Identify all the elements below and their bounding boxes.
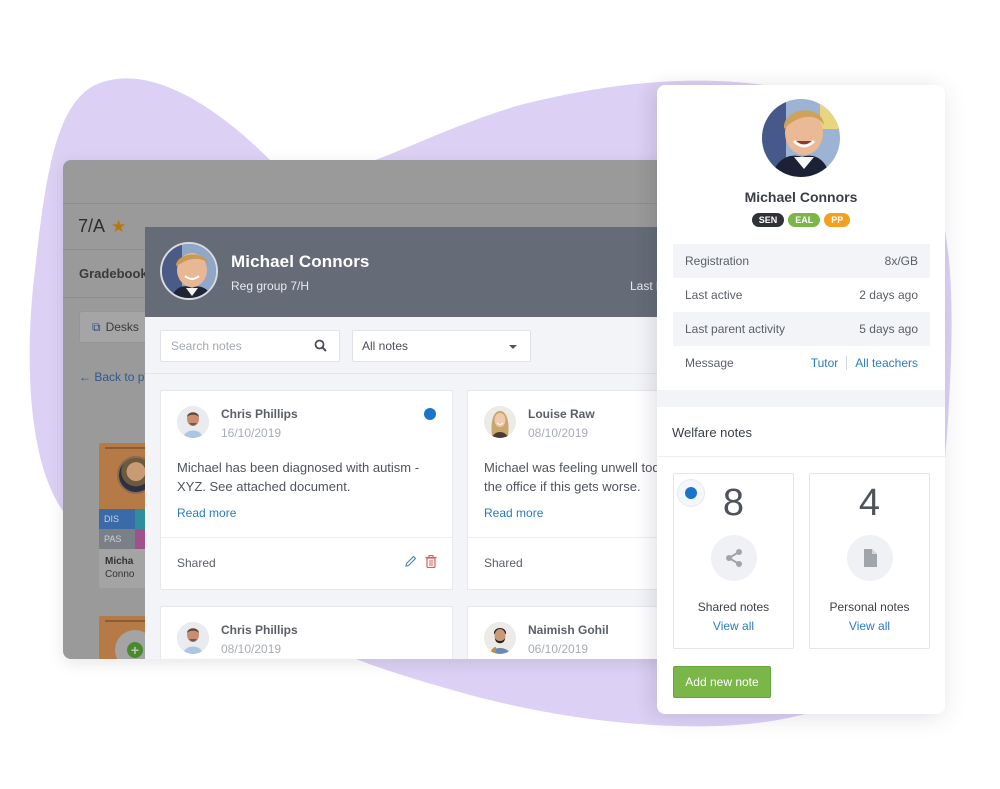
shared-notes-view-all-link[interactable]: View all [674, 619, 793, 633]
note-visibility: Shared [177, 556, 216, 570]
message-all-teachers-link[interactable]: All teachers [855, 356, 918, 370]
section-divider [657, 390, 945, 407]
tab-gradebook[interactable]: Gradebook [79, 266, 148, 281]
back-link[interactable]: ← Back to p [79, 370, 144, 384]
note-visibility: Shared [484, 556, 523, 570]
last-activity-label: Last l [630, 279, 657, 293]
notes-filter-select[interactable]: All notes [352, 330, 531, 362]
message-tutor-link[interactable]: Tutor [811, 356, 839, 370]
info-label: Registration [685, 254, 750, 268]
note-card[interactable]: Chris Phillips 16/10/2019 Michael has be… [160, 390, 453, 590]
profile-avatar [762, 99, 840, 177]
profile-badges: SEN EAL PP [657, 213, 945, 227]
divider [657, 456, 945, 457]
author-avatar [484, 622, 516, 654]
document-icon [864, 549, 877, 567]
note-author-name: Chris Phillips [221, 623, 298, 637]
author-avatar [484, 406, 516, 438]
badge-eal: EAL [788, 213, 821, 227]
search-notes-input[interactable]: Search notes [160, 330, 340, 362]
note-body: Michael was feeling unwell tod the offic… [484, 460, 657, 494]
note-footer: Shared [161, 537, 452, 589]
info-value: 2 days ago [859, 288, 918, 302]
student-profile-panel: Michael Connors SEN EAL PP Registration … [657, 85, 945, 714]
profile-info-table: Registration 8x/GB Last active 2 days ag… [673, 244, 930, 380]
note-card[interactable]: Chris Phillips 08/10/2019 [160, 606, 453, 659]
author-avatar [177, 622, 209, 654]
plus-icon: + [127, 642, 143, 658]
info-label: Last active [685, 288, 743, 302]
info-value: 5 days ago [859, 322, 918, 336]
star-icon[interactable]: ★ [111, 217, 126, 237]
info-label: Message [685, 356, 734, 370]
reg-group: Reg group 7/H [231, 279, 310, 293]
modal-header: Michael Connors Reg group 7/H Last l [145, 227, 657, 317]
trash-icon[interactable] [425, 555, 437, 568]
student-name: Michael Connors [231, 252, 370, 271]
info-value: 8x/GB [884, 254, 918, 268]
tag-dis: DIS [99, 509, 135, 529]
note-body: Michael has been diagnosed with autism -… [177, 460, 420, 494]
add-new-note-button[interactable]: Add new note [673, 666, 771, 698]
shared-notes-card[interactable]: 8 Shared notes View all [673, 473, 794, 649]
info-row-last-active: Last active 2 days ago [673, 278, 930, 312]
class-title: 7/A [78, 216, 106, 236]
note-date: 08/10/2019 [528, 426, 589, 440]
personal-notes-view-all-link[interactable]: View all [810, 619, 929, 633]
arrow-left-icon: ← [79, 370, 91, 384]
personal-notes-card[interactable]: 4 Personal notes View all [809, 473, 930, 649]
desks-icon: ⧉ [92, 319, 101, 334]
welfare-notes-title: Welfare notes [672, 425, 752, 440]
badge-sen: SEN [751, 213, 785, 227]
note-footer: Shared [468, 537, 657, 589]
read-more-link[interactable]: Read more [177, 506, 236, 520]
app-topbar [63, 160, 683, 204]
note-card[interactable]: Naimish Gohil 06/10/2019 [467, 606, 657, 659]
unread-indicator [424, 408, 436, 420]
note-date: 08/10/2019 [221, 642, 282, 656]
note-date: 16/10/2019 [221, 426, 282, 440]
tag-pas: PAS [99, 529, 135, 549]
desks-label: Desks [105, 320, 139, 334]
student-avatar [160, 242, 218, 300]
info-row-registration: Registration 8x/GB [673, 244, 930, 278]
caret-down-icon [509, 345, 517, 349]
personal-notes-count: 4 [858, 482, 881, 524]
author-avatar [177, 406, 209, 438]
info-row-message: Message Tutor All teachers [673, 346, 930, 380]
note-date: 06/10/2019 [528, 642, 589, 656]
search-icon[interactable] [314, 339, 327, 352]
read-more-link[interactable]: Read more [484, 506, 543, 520]
share-icon [726, 549, 742, 567]
badge-pp: PP [824, 213, 851, 227]
shared-notes-label: Shared notes [697, 600, 770, 614]
info-row-last-parent-activity: Last parent activity 5 days ago [673, 312, 930, 346]
shared-notes-count: 8 [722, 482, 745, 524]
note-card[interactable]: Louise Raw 08/10/2019 Michael was feelin… [467, 390, 657, 590]
personal-notes-label: Personal notes [829, 600, 910, 614]
note-author-name: Chris Phillips [221, 407, 298, 421]
note-author-name: Naimish Gohil [528, 623, 609, 637]
profile-name: Michael Connors [744, 189, 858, 205]
notes-toolbar: Search notes All notes [145, 317, 657, 374]
info-label: Last parent activity [685, 322, 786, 336]
divider [846, 356, 848, 370]
pencil-icon[interactable] [404, 555, 417, 568]
note-author-name: Louise Raw [528, 407, 595, 421]
notes-modal: Michael Connors Reg group 7/H Last l Sea… [145, 227, 657, 659]
